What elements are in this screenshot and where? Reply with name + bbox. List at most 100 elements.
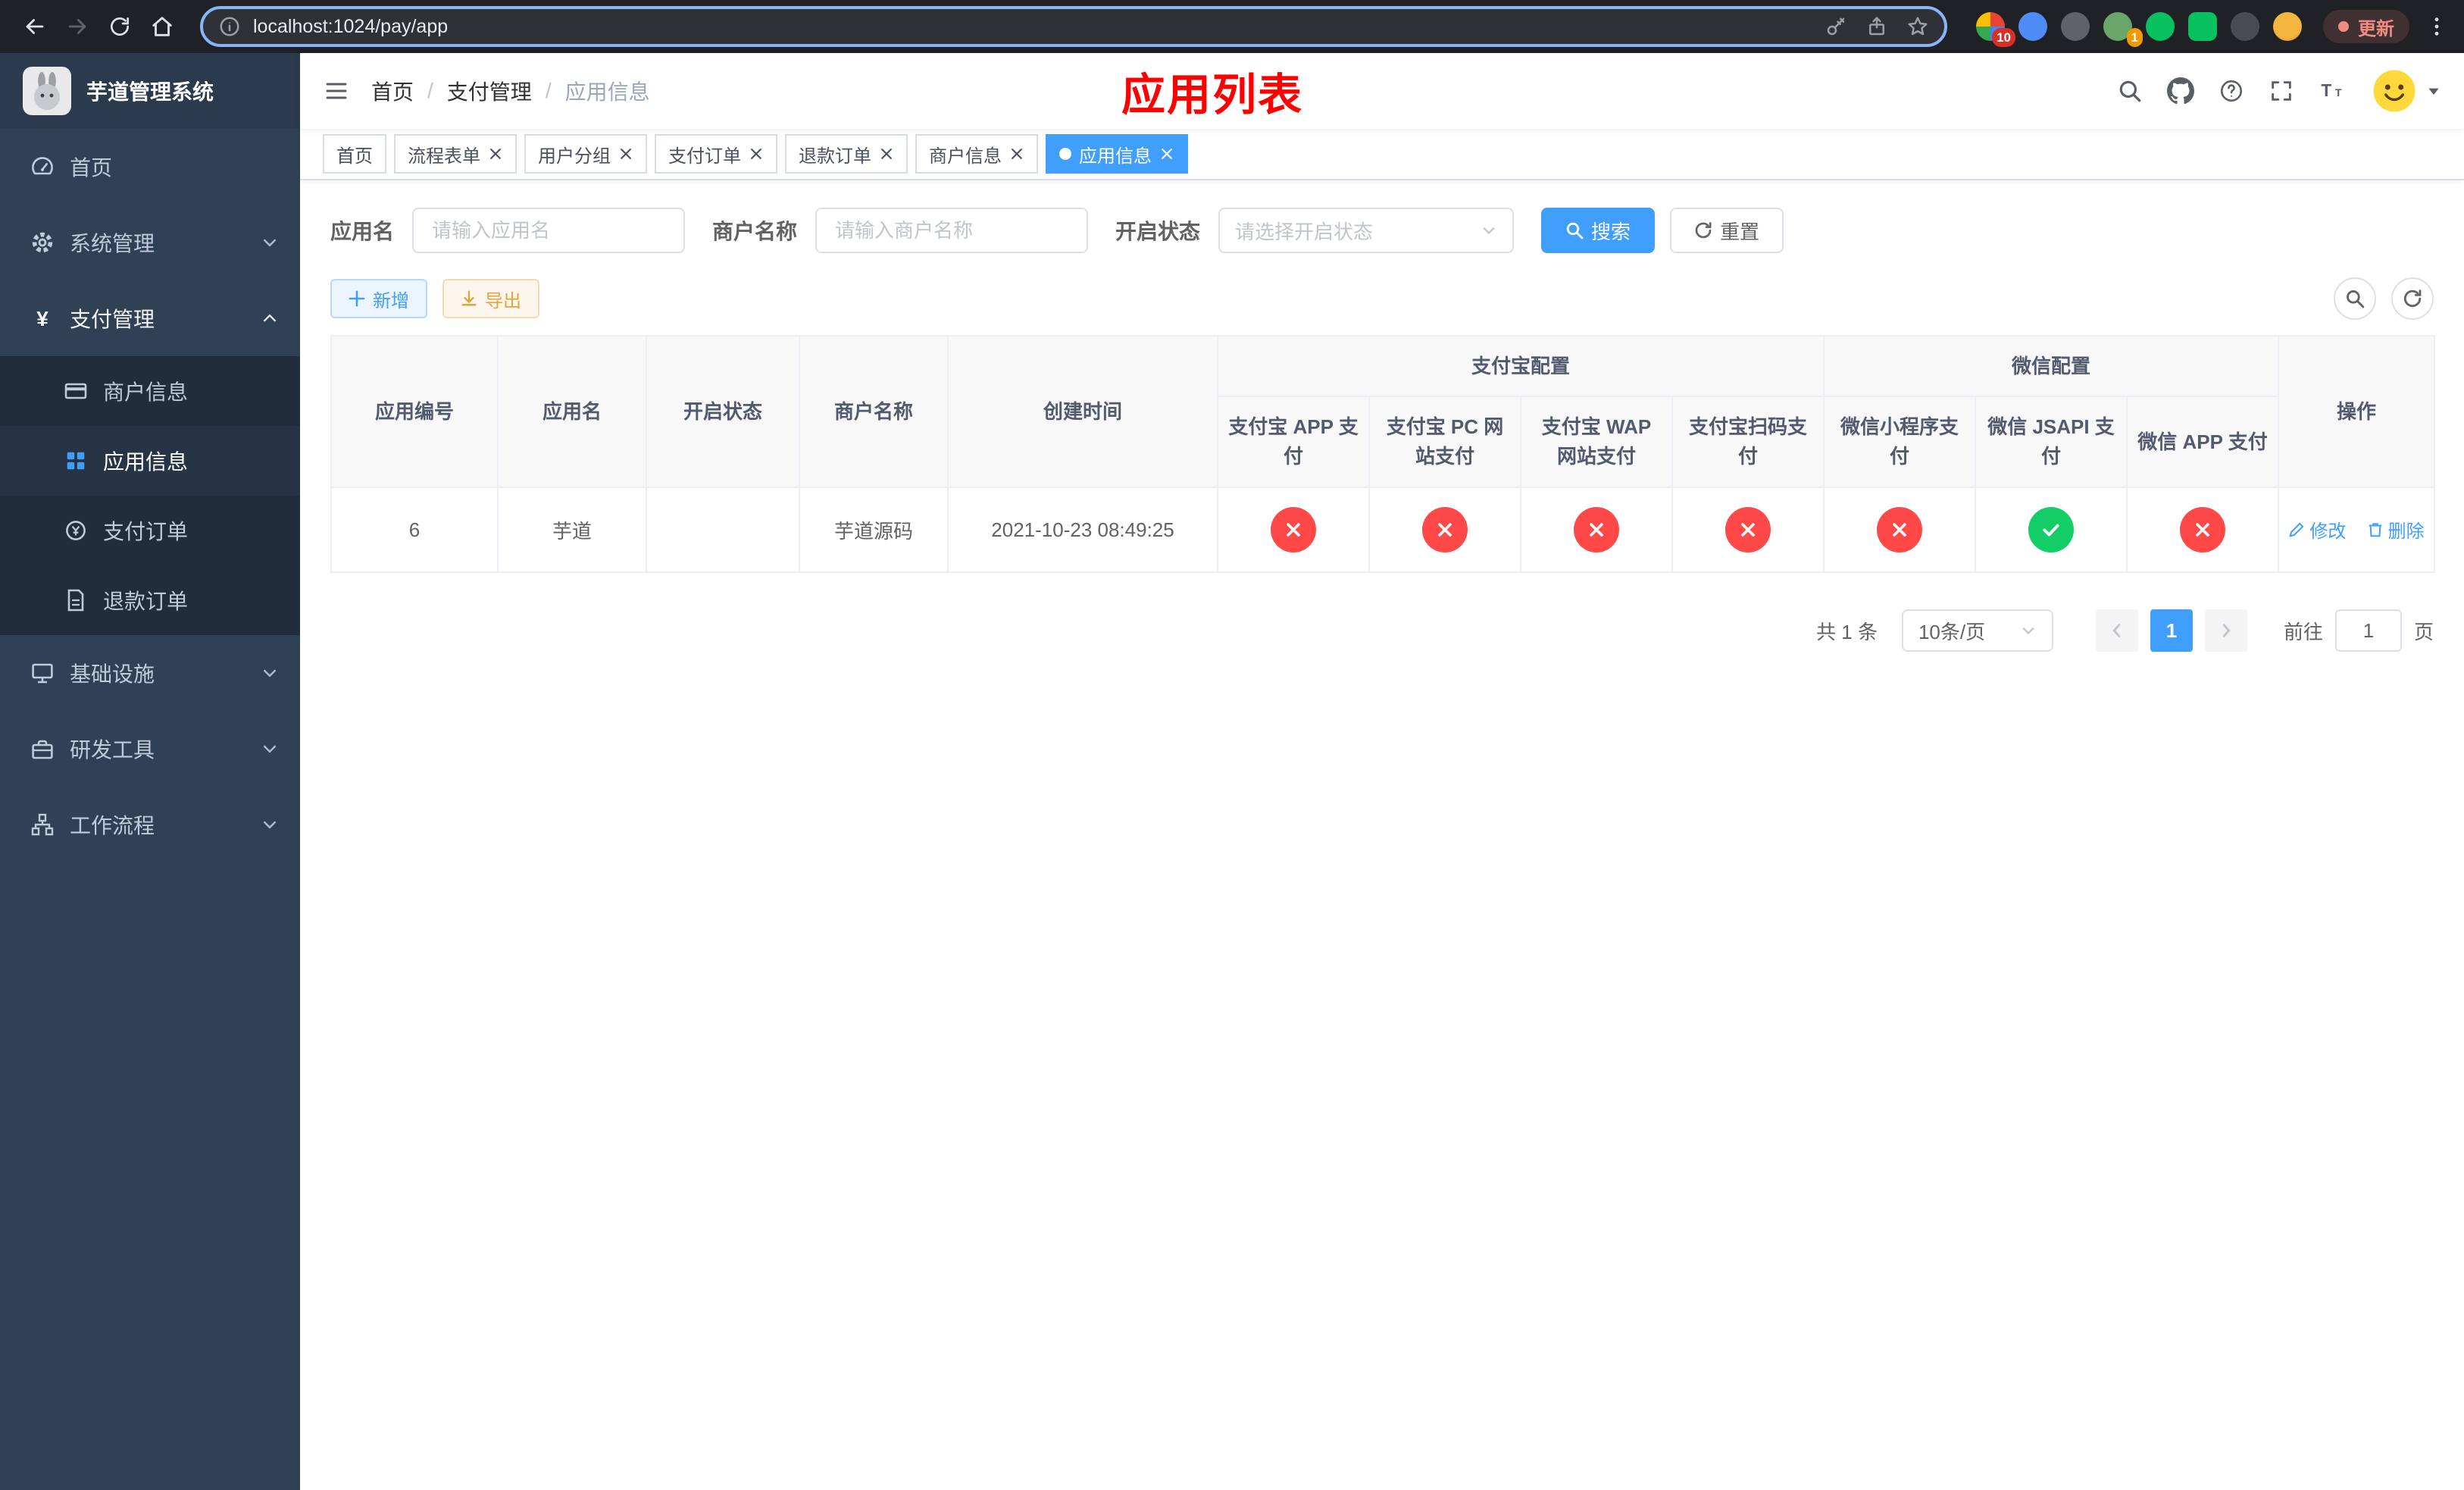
sidebar-item-dev-tools[interactable]: 研发工具 — [0, 711, 300, 787]
site-info-icon[interactable] — [218, 15, 241, 38]
browser-update-button[interactable]: 更新 — [2323, 10, 2409, 43]
app-table: 应用编号 应用名 开启状态 商户名称 创建时间 支付宝配置 微信配置 操作 支付… — [330, 335, 2436, 573]
prev-page-button[interactable] — [2095, 609, 2138, 652]
key-icon[interactable] — [1825, 15, 1847, 38]
chevron-up-icon — [261, 309, 279, 327]
breadcrumb-home[interactable]: 首页 — [371, 76, 414, 106]
add-button[interactable]: 新增 — [330, 279, 427, 318]
user-menu[interactable] — [2372, 68, 2441, 114]
tab-merchant-info[interactable]: 商户信息 — [915, 134, 1038, 174]
chevron-down-icon — [261, 233, 279, 252]
cell-alipay-app — [1217, 487, 1370, 573]
extension-icon-3[interactable] — [2061, 12, 2090, 41]
close-icon[interactable] — [488, 146, 503, 161]
sidebar-item-label: 首页 — [70, 156, 113, 180]
cell-wechat-jsapi — [1975, 487, 2128, 573]
address-bar[interactable]: localhost:1024/pay/app — [200, 6, 1947, 47]
tab-refund-order[interactable]: 退款订单 — [785, 134, 908, 174]
help-icon[interactable] — [2219, 78, 2244, 104]
col-group-alipay: 支付宝配置 — [1216, 335, 1825, 397]
reload-icon[interactable] — [100, 7, 139, 46]
close-icon[interactable] — [879, 146, 894, 161]
status-select[interactable]: 请选择开启状态 — [1218, 208, 1515, 253]
sidebar-item-refund-order[interactable]: 退款订单 — [0, 565, 300, 635]
monitor-icon — [30, 661, 55, 685]
font-size-icon[interactable]: TT — [2319, 78, 2347, 104]
tab-user-group[interactable]: 用户分组 — [524, 134, 647, 174]
url-text: localhost:1024/pay/app — [253, 15, 449, 37]
goto-page-input[interactable] — [2334, 609, 2402, 652]
workflow-icon — [30, 812, 55, 837]
breadcrumb: 首页 / 支付管理 / 应用信息 — [371, 76, 650, 106]
status-cross-icon — [1271, 507, 1316, 552]
extension-icon-4[interactable]: 1 — [2103, 12, 2143, 47]
search-button[interactable]: 搜索 — [1541, 208, 1656, 253]
status-cross-icon — [2180, 507, 2226, 552]
reset-button[interactable]: 重置 — [1670, 208, 1784, 253]
navbar-actions: TT — [2093, 68, 2441, 114]
status-cross-icon — [1877, 507, 1923, 552]
extension-icon-2[interactable] — [2018, 12, 2047, 41]
delete-button[interactable]: 删除 — [2367, 516, 2425, 543]
sidebar-item-app-info[interactable]: 应用信息 — [0, 426, 300, 496]
sidebar-item-infrastructure[interactable]: 基础设施 — [0, 635, 300, 711]
bookmark-star-icon[interactable] — [1906, 15, 1929, 38]
app-title: 芋道管理系统 — [86, 80, 214, 104]
close-icon[interactable] — [1009, 146, 1024, 161]
chevron-down-icon — [261, 815, 279, 834]
breadcrumb-pay[interactable]: 支付管理 — [447, 76, 532, 106]
merchant-name-input[interactable] — [815, 208, 1089, 253]
merchant-name-label: 商户名称 — [712, 220, 798, 243]
tab-pay-order[interactable]: 支付订单 — [655, 134, 777, 174]
extension-icon-6[interactable] — [2188, 12, 2217, 41]
svg-text:T: T — [2321, 80, 2331, 100]
browser-toolbar: localhost:1024/pay/app 10 1 更新 — [0, 0, 2464, 53]
col-status: 开启状态 — [646, 335, 800, 488]
sidebar-item-system[interactable]: 系统管理 — [0, 205, 300, 280]
active-dot-icon — [1059, 148, 1071, 160]
fullscreen-icon[interactable] — [2269, 78, 2294, 104]
pay-order-icon — [64, 518, 88, 543]
page-size-select[interactable]: 10条/页 — [1901, 609, 2053, 652]
sidebar-item-home[interactable]: 首页 — [0, 129, 300, 205]
extension-icon-5[interactable] — [2146, 12, 2175, 41]
table-toolbar: 新增 导出 — [330, 277, 2434, 320]
sidebar-item-label: 工作流程 — [70, 814, 155, 837]
sidebar-item-label: 退款订单 — [103, 590, 189, 613]
sidebar-item-pay-order[interactable]: 支付订单 — [0, 496, 300, 565]
toolbar-right — [2319, 277, 2434, 320]
svg-text:¥: ¥ — [36, 307, 48, 330]
forward-icon[interactable] — [58, 7, 97, 46]
sidebar-item-pay[interactable]: ¥ 支付管理 — [0, 280, 300, 356]
next-page-button[interactable] — [2204, 609, 2247, 652]
table-row: 6 芋道 芋道源码 2021-10-23 08:49:25 修改 删除 — [330, 487, 2436, 573]
github-icon[interactable] — [2167, 77, 2194, 105]
more-menu-icon[interactable] — [2425, 14, 2449, 39]
extension-icon-1[interactable]: 10 — [1976, 12, 2015, 47]
sidebar-item-workflow[interactable]: 工作流程 — [0, 787, 300, 862]
app-name-input[interactable] — [412, 208, 686, 253]
page-number-1[interactable]: 1 — [2150, 609, 2193, 652]
back-icon[interactable] — [15, 7, 55, 46]
breadcrumb-current: 应用信息 — [564, 80, 650, 104]
refresh-button[interactable] — [2391, 277, 2434, 320]
close-icon[interactable] — [1159, 146, 1174, 161]
extension-icon-7[interactable] — [2231, 12, 2259, 41]
tab-flow-form[interactable]: 流程表单 — [394, 134, 517, 174]
hamburger-icon[interactable] — [323, 77, 350, 105]
sidebar-logo-row[interactable]: 芋道管理系统 — [0, 53, 300, 129]
export-button[interactable]: 导出 — [442, 279, 539, 318]
tab-app-info[interactable]: 应用信息 — [1046, 134, 1188, 174]
tab-home[interactable]: 首页 — [323, 134, 386, 174]
edit-button[interactable]: 修改 — [2288, 516, 2346, 543]
sidebar-item-label: 系统管理 — [70, 232, 155, 255]
close-icon[interactable] — [618, 146, 633, 161]
sidebar-item-merchant-info[interactable]: 商户信息 — [0, 356, 300, 426]
toggle-search-button[interactable] — [2334, 277, 2376, 320]
col-alipay-qr: 支付宝扫码支付 — [1671, 396, 1825, 488]
search-icon[interactable] — [2117, 78, 2143, 104]
close-icon[interactable] — [749, 146, 764, 161]
share-icon[interactable] — [1865, 15, 1888, 38]
home-icon[interactable] — [142, 7, 182, 46]
profile-avatar-icon[interactable] — [2273, 12, 2302, 41]
